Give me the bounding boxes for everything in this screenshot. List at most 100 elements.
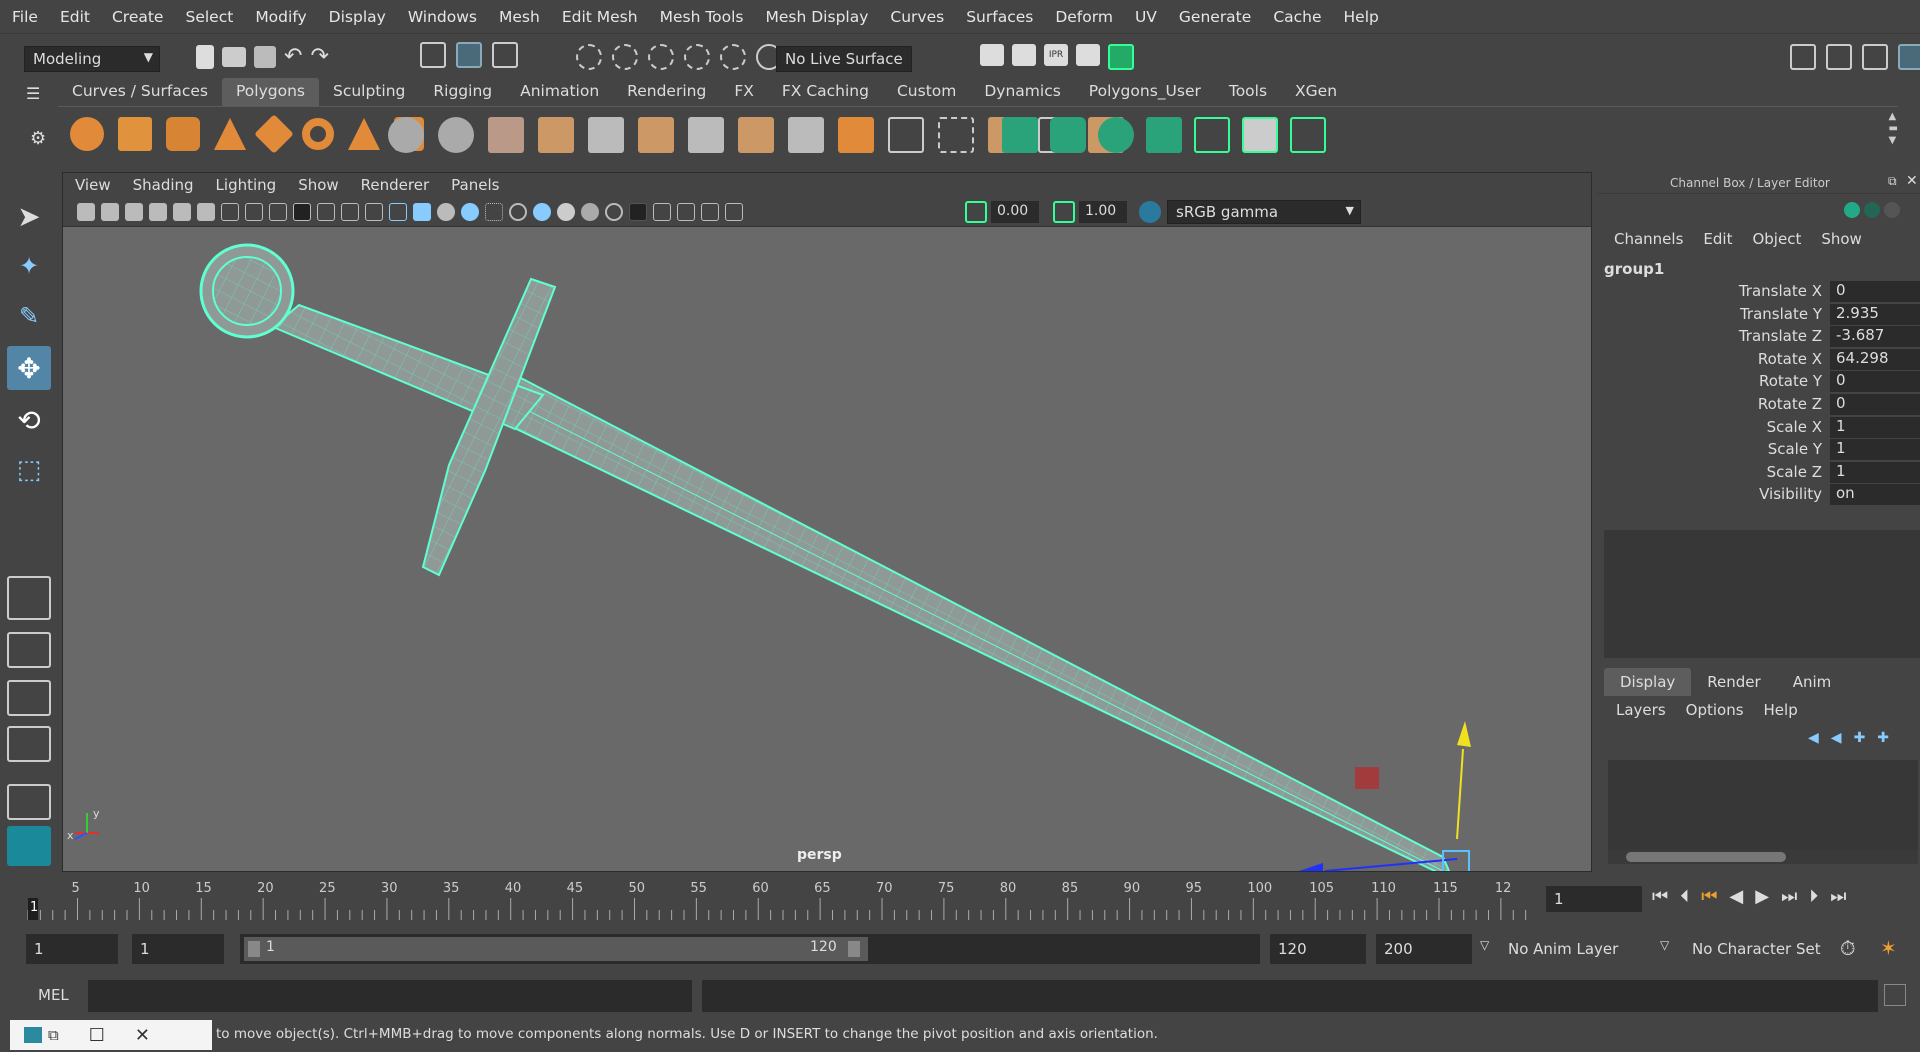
attribute-editor-icon[interactable]: [1826, 44, 1852, 70]
single-view-icon[interactable]: [7, 576, 51, 620]
separate-icon[interactable]: [438, 117, 474, 153]
xray-icon[interactable]: [677, 203, 695, 221]
move-tool-icon[interactable]: ✥: [7, 346, 51, 390]
layer-menu-help[interactable]: Help: [1764, 701, 1798, 719]
viewport-menu-renderer[interactable]: Renderer: [361, 176, 429, 194]
select-hierarchy-icon[interactable]: [420, 42, 446, 68]
mirror-icon[interactable]: [838, 117, 874, 153]
extrude-icon[interactable]: [638, 117, 674, 153]
exposure-icon[interactable]: [965, 201, 987, 223]
playback-end-field[interactable]: 120: [1270, 934, 1366, 964]
move-layer-up-icon[interactable]: ◀: [1808, 730, 1819, 746]
combine-icon[interactable]: [388, 117, 424, 153]
animation-start-field[interactable]: 1: [26, 934, 118, 964]
step-forward-frame-icon[interactable]: ⏭: [1781, 886, 1797, 907]
persp-graph-icon[interactable]: [7, 726, 51, 762]
new-layer-selected-icon[interactable]: ✚: [1877, 730, 1889, 746]
safe-title-icon[interactable]: [365, 203, 383, 221]
gamma-icon[interactable]: [1053, 201, 1075, 223]
layer-scroll-thumb[interactable]: [1626, 852, 1786, 862]
step-back-frame-icon[interactable]: ⏮: [1701, 886, 1717, 907]
viewport-menu-shading[interactable]: Shading: [133, 176, 194, 194]
snap-point-icon[interactable]: [648, 44, 674, 70]
shelf-tab-dynamics[interactable]: Dynamics: [970, 78, 1074, 106]
command-language[interactable]: MEL: [38, 986, 69, 1004]
layer-scrollbar[interactable]: [1608, 850, 1918, 864]
range-end-grip[interactable]: [848, 941, 860, 957]
wireframe-icon[interactable]: [389, 203, 407, 221]
range-slider-handle[interactable]: 1 120: [244, 937, 868, 961]
script-editor-icon[interactable]: [1884, 984, 1906, 1006]
menu-deform[interactable]: Deform: [1055, 8, 1113, 26]
poly-torus-icon[interactable]: [302, 118, 334, 150]
smooth-icon[interactable]: [538, 117, 574, 153]
chevron-down-icon[interactable]: ▽: [1480, 938, 1489, 952]
play-backwards-icon[interactable]: ◀: [1729, 886, 1743, 907]
live-surface-field[interactable]: No Live Surface: [776, 46, 912, 72]
bridge-icon[interactable]: [588, 117, 624, 153]
planar-map-icon[interactable]: [1002, 117, 1038, 153]
menu-curves[interactable]: Curves: [890, 8, 944, 26]
insert-edge-loop-icon[interactable]: [888, 117, 924, 153]
unfold-icon[interactable]: [1194, 117, 1230, 153]
channel-box-icon[interactable]: [1898, 44, 1920, 70]
bookmark-icon[interactable]: [125, 203, 143, 221]
channel-value[interactable]: 2.935: [1830, 303, 1920, 325]
shelf-tab-fx[interactable]: FX: [720, 78, 768, 106]
menu-create[interactable]: Create: [112, 8, 164, 26]
grid-icon[interactable]: [221, 203, 239, 221]
wireframe-on-shaded-icon[interactable]: [461, 203, 479, 221]
layer-menu-options[interactable]: Options: [1686, 701, 1744, 719]
channel-value[interactable]: 0: [1830, 371, 1920, 393]
sword-model[interactable]: y x: [63, 227, 1592, 872]
channel-value[interactable]: 1: [1830, 439, 1920, 461]
menu-modify[interactable]: Modify: [255, 8, 306, 26]
shelf-tab-custom[interactable]: Custom: [883, 78, 970, 106]
menu-surfaces[interactable]: Surfaces: [966, 8, 1033, 26]
save-scene-icon[interactable]: [254, 45, 276, 68]
range-slider-track[interactable]: 1 120: [240, 934, 1260, 964]
channel-value[interactable]: 1: [1830, 461, 1920, 483]
render-view-icon[interactable]: [980, 44, 1004, 66]
viewport-menu-show[interactable]: Show: [298, 176, 338, 194]
poly-cube-icon[interactable]: [118, 117, 152, 151]
close-icon[interactable]: ✕: [1906, 173, 1918, 189]
snap-surface-icon[interactable]: [720, 44, 746, 70]
isolate-select-icon[interactable]: [653, 203, 671, 221]
poly-plane-icon[interactable]: [254, 114, 294, 154]
extract-icon[interactable]: [488, 117, 524, 153]
ipr-render-icon[interactable]: IPR: [1044, 44, 1068, 66]
four-view-icon[interactable]: [7, 632, 51, 668]
shelf-tab-fx-caching[interactable]: FX Caching: [768, 78, 883, 106]
channel-row[interactable]: Scale X 1: [1598, 416, 1920, 438]
menu-mesh-display[interactable]: Mesh Display: [766, 8, 869, 26]
color-management-icon[interactable]: [1139, 201, 1161, 223]
shelf-tab-polygons[interactable]: Polygons: [222, 78, 319, 106]
new-layer-icon[interactable]: ✚: [1854, 730, 1866, 746]
channel-value[interactable]: 0: [1830, 394, 1920, 415]
channel-menu-show[interactable]: Show: [1821, 230, 1861, 248]
open-scene-icon[interactable]: [222, 46, 246, 67]
channel-value[interactable]: on: [1830, 484, 1920, 506]
shelf-tab-animation[interactable]: Animation: [506, 78, 613, 106]
animation-prefs-icon[interactable]: ⏱: [1840, 936, 1856, 960]
select-objects-icon[interactable]: [456, 42, 482, 68]
select-tool-icon[interactable]: ➤: [7, 194, 51, 238]
shelf-tab-sculpting[interactable]: Sculpting: [319, 78, 419, 106]
offset-edge-loop-icon[interactable]: [938, 117, 974, 153]
layer-tab-anim[interactable]: Anim: [1777, 668, 1848, 696]
uv-editor-icon[interactable]: [1290, 117, 1326, 153]
gate-mask-icon[interactable]: [293, 203, 311, 221]
channel-value[interactable]: 0: [1830, 281, 1920, 302]
go-to-end-icon[interactable]: ⏭: [1830, 886, 1846, 907]
shelf-scroll-icon[interactable]: ▲ ▬ ▼: [1889, 111, 1898, 147]
menu-mesh[interactable]: Mesh: [499, 8, 540, 26]
channel-menu-edit[interactable]: Edit: [1703, 230, 1732, 248]
ambient-occlusion-icon[interactable]: [557, 203, 575, 221]
channel-row[interactable]: Scale Z 1: [1598, 461, 1920, 483]
viewport-menu-panels[interactable]: Panels: [451, 176, 499, 194]
channel-row[interactable]: Rotate X 64.298: [1598, 348, 1920, 370]
channel-row[interactable]: Translate X 0: [1598, 280, 1920, 302]
poly-cylinder-icon[interactable]: [166, 117, 200, 151]
character-set-field[interactable]: No Character Set: [1684, 934, 1830, 964]
